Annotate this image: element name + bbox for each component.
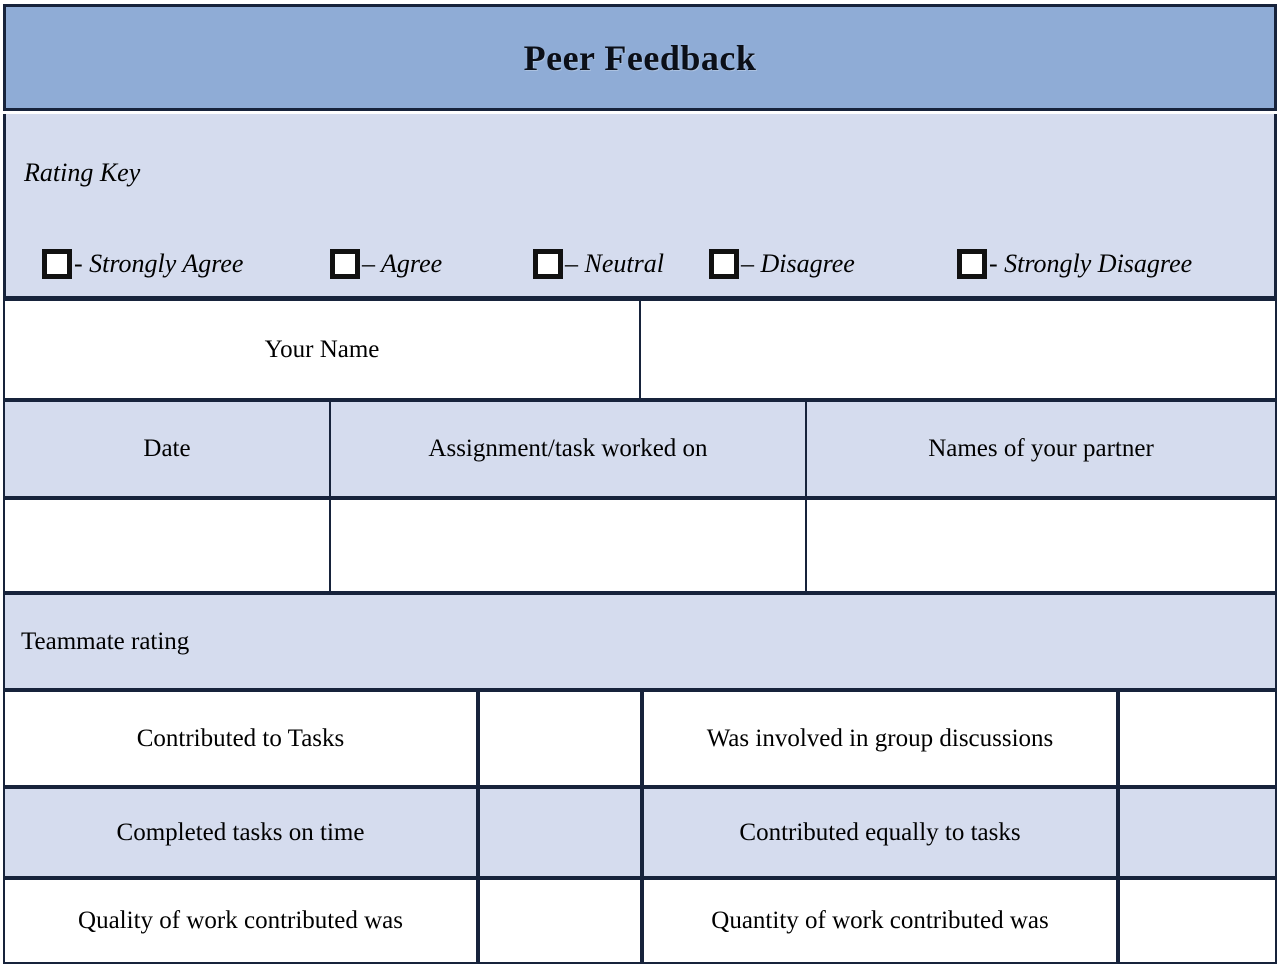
partner-names-input-cell[interactable] [805,498,1277,593]
rating-option-strongly-disagree[interactable]: - Strongly Disagree [957,249,1192,279]
checkbox-disagree-icon[interactable] [709,249,739,279]
table-row-criterion: Quality of work contributed was [3,878,478,964]
form-title-banner: Peer Feedback [3,4,1277,111]
checkbox-agree-icon[interactable] [330,249,360,279]
partner-names-label-cell: Names of your partner [805,400,1277,498]
date-input-cell[interactable] [3,498,331,593]
table-row-criterion: Contributed equally to tasks [642,787,1118,878]
table-row-criterion: Completed tasks on time [3,787,478,878]
peer-feedback-form: Peer Feedback Rating Key - Strongly Agre… [0,0,1280,964]
rating-option-agree[interactable]: – Agree [330,249,442,279]
your-name-label-cell: Your Name [3,299,641,400]
your-name-input-cell[interactable] [639,299,1277,400]
table-row-rating-input[interactable] [1118,787,1277,878]
table-row-criterion: Contributed to Tasks [3,690,478,787]
rating-key-section: Rating Key - Strongly Agree – Agree – Ne… [3,114,1277,299]
rating-option-neutral[interactable]: – Neutral [533,249,664,279]
teammate-rating-heading-cell: Teammate rating [3,593,1277,690]
table-row-rating-input[interactable] [1118,878,1277,964]
table-row-rating-input[interactable] [478,787,642,878]
table-row-rating-input[interactable] [478,878,642,964]
rating-option-label: – Agree [362,249,443,278]
checkbox-strongly-agree-icon[interactable] [42,249,72,279]
rating-key-options: - Strongly Agree – Agree – Neutral – Dis… [6,240,1280,288]
rating-key-heading: Rating Key [24,158,141,187]
assignment-input-cell[interactable] [329,498,807,593]
rating-option-label: - Strongly Agree [74,249,244,278]
checkbox-strongly-disagree-icon[interactable] [957,249,987,279]
table-row-criterion: Was involved in group discussions [642,690,1118,787]
checkbox-neutral-icon[interactable] [533,249,563,279]
rating-option-label: – Disagree [741,249,855,278]
rating-option-label: – Neutral [565,249,664,278]
table-row-rating-input[interactable] [478,690,642,787]
rating-option-disagree[interactable]: – Disagree [709,249,855,279]
date-label-cell: Date [3,400,331,498]
table-row-rating-input[interactable] [1118,690,1277,787]
rating-option-strongly-agree[interactable]: - Strongly Agree [42,249,243,279]
rating-option-label: - Strongly Disagree [989,249,1193,278]
table-row-criterion: Quantity of work contributed was [642,878,1118,964]
assignment-label-cell: Assignment/task worked on [329,400,807,498]
page-title: Peer Feedback [523,37,757,78]
